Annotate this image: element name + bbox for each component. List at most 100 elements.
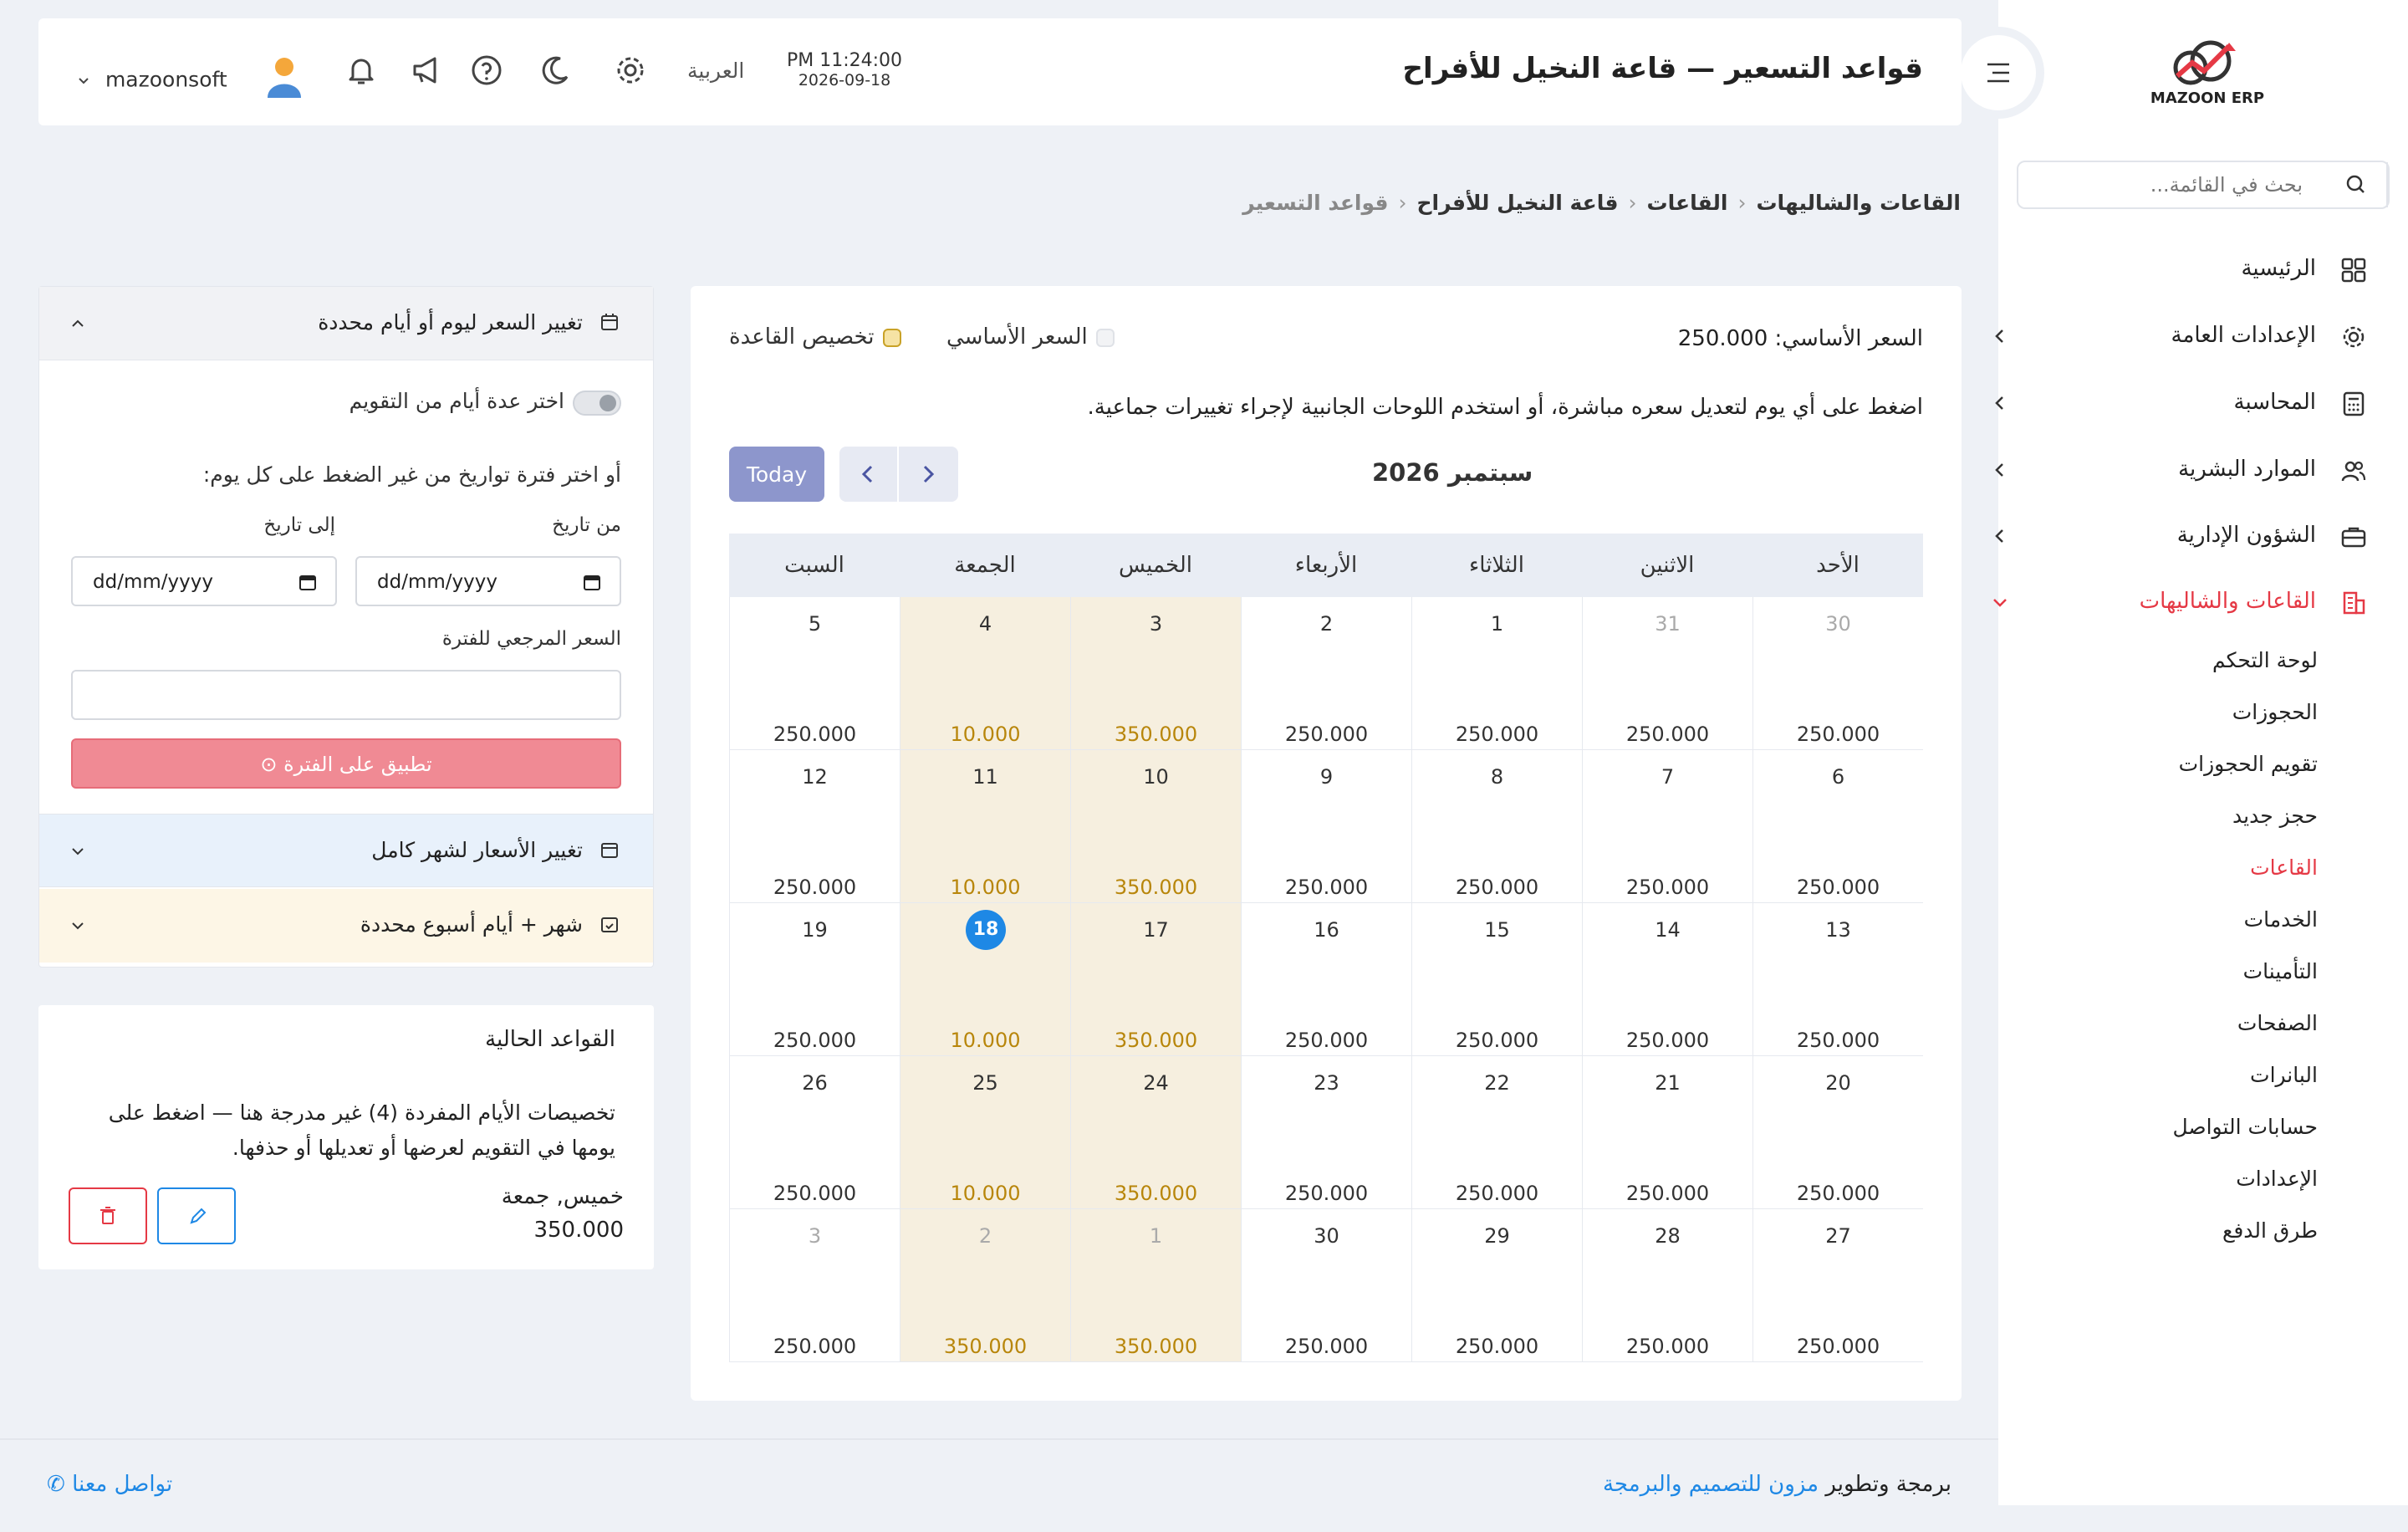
sidebar-search-input[interactable]	[2037, 169, 2304, 201]
calendar-day-cell[interactable]: 29 250.000	[1411, 1209, 1582, 1362]
sidebar-item-home[interactable]: الرئيسية	[1998, 249, 2366, 289]
calendar-day-cell[interactable]: 23 250.000	[1241, 1056, 1411, 1209]
sidebar-toggle-button[interactable]	[1961, 35, 2036, 110]
calendar-day-cell[interactable]: 2 350.000	[900, 1209, 1070, 1362]
day-number: 31	[1655, 612, 1681, 636]
prev-month-button[interactable]	[839, 447, 899, 502]
sidebar-subitem-services[interactable]: الخدمات	[2244, 907, 2318, 932]
chevron-down-icon	[68, 841, 88, 861]
ref-price-input[interactable]	[71, 670, 621, 720]
sidebar-subitem-dashboard[interactable]: لوحة التحكم	[2212, 648, 2318, 672]
calendar-day-cell[interactable]: 20 250.000	[1752, 1056, 1923, 1209]
calendar-day-cell[interactable]: 11 10.000	[900, 750, 1070, 903]
multi-day-toggle[interactable]	[573, 391, 621, 416]
calendar-day-cell[interactable]: 6 250.000	[1752, 750, 1923, 903]
sidebar-subitem-settings[interactable]: الإعدادات	[2236, 1167, 2318, 1191]
sidebar-subitem-halls[interactable]: القاعات	[2250, 855, 2318, 880]
chevron-left-icon	[1990, 460, 2010, 480]
accordion-header-month[interactable]: تغيير الأسعار لشهر كامل	[39, 814, 653, 887]
sidebar-item-general-settings[interactable]: الإعدادات العامة	[1995, 316, 2366, 356]
sidebar-subitem-new-booking[interactable]: حجز جديد	[2232, 804, 2318, 828]
calendar-day-cell[interactable]: 28 250.000	[1582, 1209, 1752, 1362]
dark-mode-button[interactable]	[537, 52, 574, 89]
calendar-day-cell[interactable]: 13 250.000	[1752, 903, 1923, 1056]
calendar-day-cell[interactable]: 7 250.000	[1582, 750, 1752, 903]
day-price: 250.000	[773, 1029, 857, 1052]
calendar-day-cell[interactable]: 26 250.000	[729, 1056, 900, 1209]
to-date-label: إلى تاريخ	[263, 514, 335, 536]
calendar-day-cell[interactable]: 12 250.000	[729, 750, 900, 903]
calendar-day-cell[interactable]: 15 250.000	[1411, 903, 1582, 1056]
search-icon[interactable]	[2328, 162, 2388, 207]
calendar-day-cell[interactable]: 25 10.000	[900, 1056, 1070, 1209]
sidebar-item-accounting[interactable]: المحاسبة	[1995, 383, 2366, 423]
calendar-day-cell[interactable]: 1 350.000	[1070, 1209, 1241, 1362]
calendar-hint: اضغط على أي يوم لتعديل سعره مباشرة، أو ا…	[1087, 395, 1923, 420]
calendar-day-cell[interactable]: 17 350.000	[1070, 903, 1241, 1056]
calendar-day-cell[interactable]: 18 10.000	[900, 903, 1070, 1056]
breadcrumb-item[interactable]: القاعات والشاليهات	[1756, 191, 1961, 215]
sidebar-subitem-booking-calendar[interactable]: تقويم الحجوزات	[2179, 752, 2318, 776]
calendar-day-cell[interactable]: 21 250.000	[1582, 1056, 1752, 1209]
calendar-day-cell[interactable]: 10 350.000	[1070, 750, 1241, 903]
from-date-input[interactable]: dd/mm/yyyy	[355, 556, 621, 606]
calendar-day-cell[interactable]: 19 250.000	[729, 903, 900, 1056]
calendar-icon	[298, 573, 317, 591]
settings-button[interactable]	[612, 52, 649, 89]
calendar-day-cell[interactable]: 27 250.000	[1752, 1209, 1923, 1362]
weekday-label: الثلاثاء	[1469, 553, 1524, 578]
calendar-day-cell[interactable]: 22 250.000	[1411, 1056, 1582, 1209]
rule-days: خميس, جمعة	[501, 1184, 624, 1209]
sidebar-subitem-banners[interactable]: البانرات	[2250, 1063, 2318, 1087]
sidebar-subitem-pages[interactable]: الصفحات	[2237, 1011, 2318, 1035]
weekday-label: الأحد	[1816, 553, 1860, 578]
language-switch[interactable]: العربية	[687, 59, 744, 83]
day-price: 250.000	[1625, 1029, 1710, 1052]
calendar-day-cell[interactable]: 14 250.000	[1582, 903, 1752, 1056]
base-price: السعر الأساسي: 250.000	[1677, 326, 1923, 351]
accordion-header-month-weekdays[interactable]: شهر + أيام أسبوع محددة	[39, 889, 653, 963]
delete-rule-button[interactable]	[69, 1187, 147, 1244]
announcements-button[interactable]	[408, 52, 445, 89]
notifications-button[interactable]	[343, 52, 380, 89]
calendar-day-cell[interactable]: 9 250.000	[1241, 750, 1411, 903]
building-icon	[2341, 590, 2366, 615]
calendar-day-cell[interactable]: 30 250.000	[1241, 1209, 1411, 1362]
current-rules-card: القواعد الحالية تخصيصات الأيام المفردة (…	[38, 1005, 654, 1269]
help-button[interactable]	[468, 52, 505, 89]
footer-credit-link[interactable]: مزون للتصميم والبرمجة	[1603, 1472, 1819, 1497]
to-date-input[interactable]: dd/mm/yyyy	[71, 556, 337, 606]
day-price: 10.000	[950, 876, 1021, 899]
calendar-day-cell[interactable]: 1 250.000	[1411, 597, 1582, 750]
mazoon-logo[interactable]: MAZOON ERP	[2149, 38, 2266, 109]
day-number: 11	[972, 765, 998, 789]
calendar-day-cell[interactable]: 16 250.000	[1241, 903, 1411, 1056]
sidebar-item-hr[interactable]: الموارد البشرية	[1995, 450, 2366, 490]
today-button[interactable]: Today	[729, 447, 824, 502]
accordion-title: تغيير السعر ليوم أو أيام محددة	[318, 310, 583, 334]
sidebar-subitem-social-accounts[interactable]: حسابات التواصل	[2172, 1115, 2318, 1139]
breadcrumb-item[interactable]: قاعة النخيل للأفراح	[1417, 191, 1619, 215]
sidebar-item-admin-affairs[interactable]: الشؤون الإدارية	[1995, 516, 2366, 556]
contact-us-link[interactable]: تواصل معنا ✆	[47, 1472, 172, 1497]
sidebar-subitem-deposits[interactable]: التأمينات	[2243, 959, 2318, 983]
calendar-day-cell[interactable]: 8 250.000	[1411, 750, 1582, 903]
calendar-day-cell[interactable]: 24 350.000	[1070, 1056, 1241, 1209]
calendar-day-cell[interactable]: 5 250.000	[729, 597, 900, 750]
sidebar-subitem-payment-methods[interactable]: طرق الدفع	[2222, 1218, 2318, 1243]
moon-icon	[542, 56, 569, 84]
calendar-day-cell[interactable]: 31 250.000	[1582, 597, 1752, 750]
apply-range-button[interactable]: تطبيق على الفترة ⊙	[71, 738, 621, 789]
edit-rule-button[interactable]	[157, 1187, 236, 1244]
sidebar-item-halls-chalets[interactable]: القاعات والشاليهات	[1993, 582, 2366, 622]
accordion-header-days[interactable]: تغيير السعر ليوم أو أيام محددة	[39, 287, 653, 360]
calendar-day-cell[interactable]: 2 250.000	[1241, 597, 1411, 750]
sidebar-subitem-bookings[interactable]: الحجوزات	[2232, 700, 2318, 724]
calendar-day-cell[interactable]: 3 250.000	[729, 1209, 900, 1362]
next-month-button[interactable]	[899, 447, 958, 502]
calendar-day-cell[interactable]: 3 350.000	[1070, 597, 1241, 750]
user-menu[interactable]: mazoonsoft	[77, 56, 303, 103]
calendar-day-cell[interactable]: 30 250.000	[1752, 597, 1923, 750]
breadcrumb-item[interactable]: القاعات	[1647, 191, 1728, 215]
calendar-day-cell[interactable]: 4 10.000	[900, 597, 1070, 750]
